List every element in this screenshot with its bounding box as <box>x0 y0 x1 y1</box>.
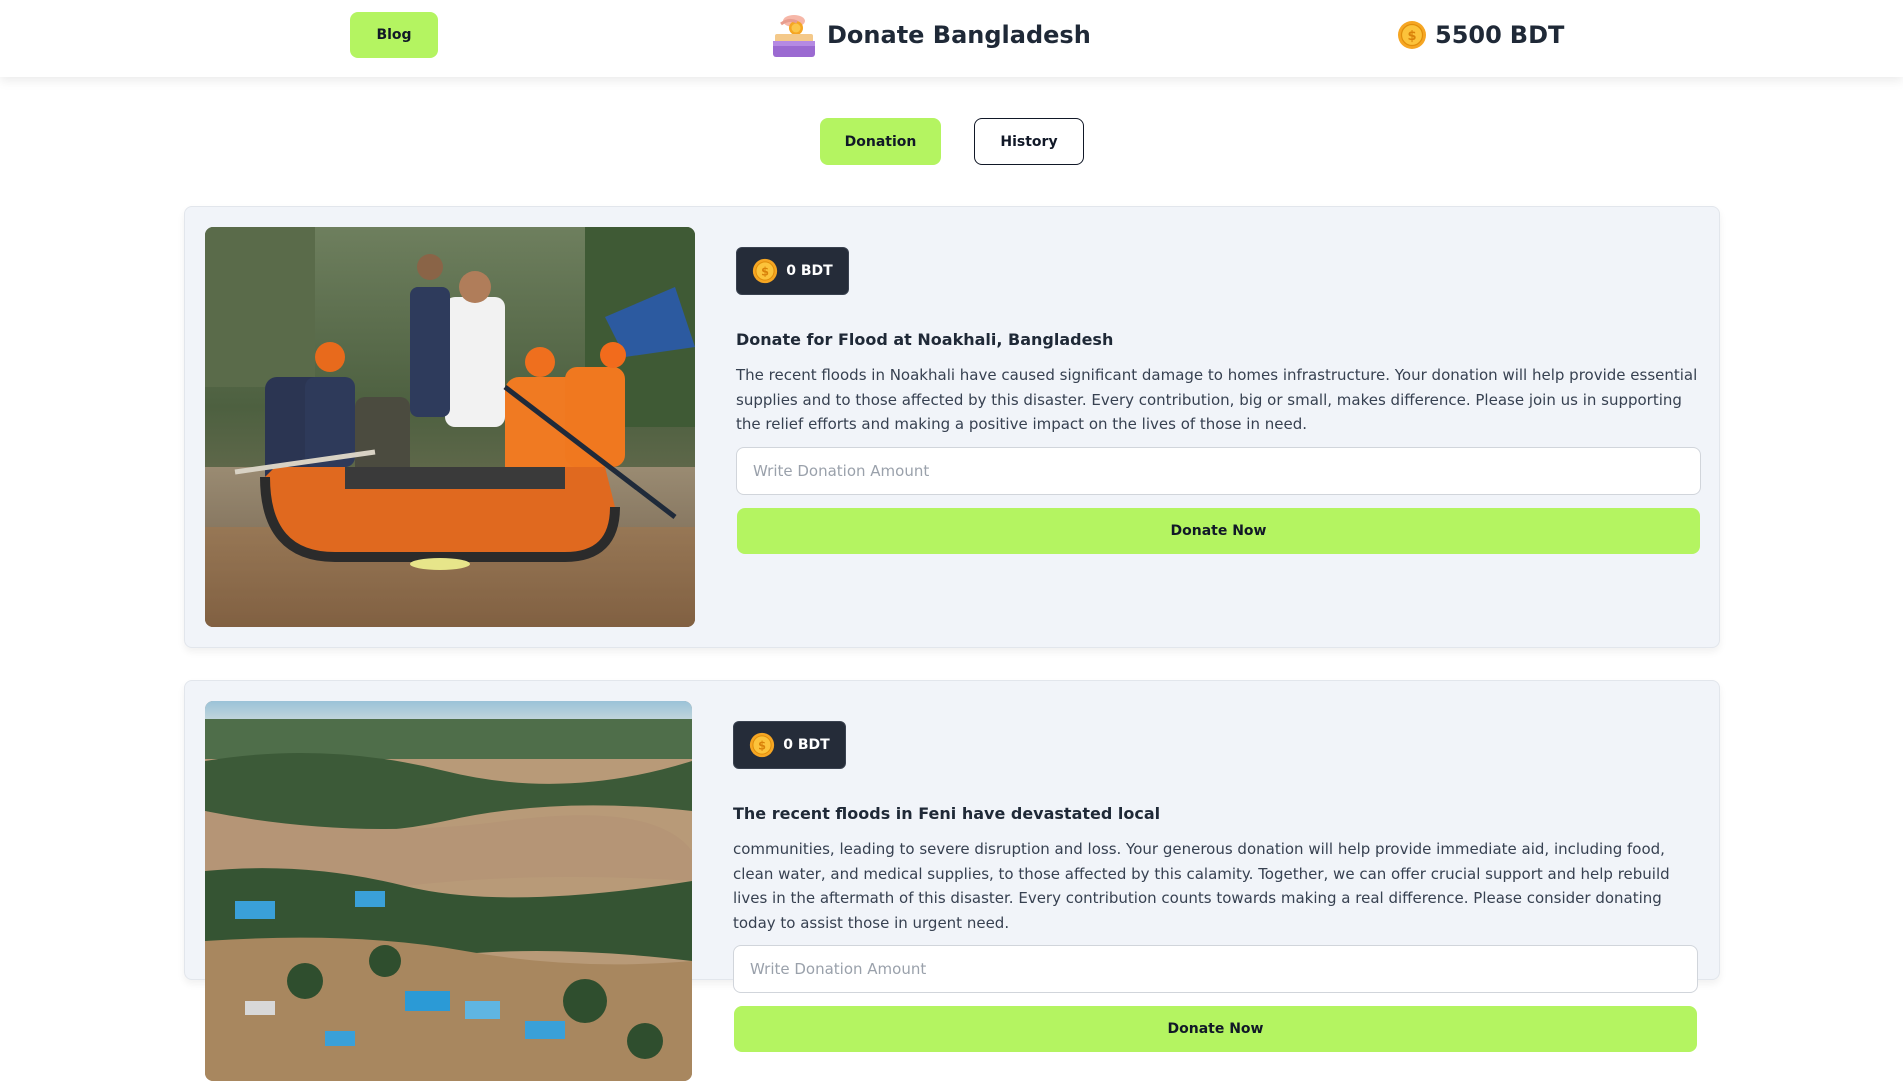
navbar: Blog Donate Bangladesh $ 5500 BDT <box>0 0 1903 77</box>
balance-currency: BDT <box>1509 21 1565 49</box>
brand-title: Donate Bangladesh <box>827 21 1091 49</box>
donation-amount-input[interactable] <box>733 945 1698 993</box>
card-image-flooded-town <box>205 701 692 1081</box>
card-body: $ 0 BDT The recent floods in Feni have d… <box>733 721 1701 1052</box>
donation-box-logo-icon <box>773 15 815 57</box>
donation-amount-input[interactable] <box>736 446 1701 495</box>
balance-text: 5500 BDT <box>1435 21 1572 49</box>
tab-donation[interactable]: Donation <box>820 118 941 165</box>
svg-text:$: $ <box>761 265 769 278</box>
tab-history[interactable]: History <box>974 118 1084 165</box>
donated-amount-badge: $ 0 BDT <box>733 721 846 769</box>
tab-switcher: Donation History <box>820 118 1084 165</box>
svg-text:$: $ <box>758 739 766 752</box>
brand: Donate Bangladesh <box>769 10 1091 60</box>
donated-amount-text: 0 BDT <box>786 263 833 279</box>
donate-now-button[interactable]: Donate Now <box>737 507 1700 554</box>
card-image-flood-rescue <box>205 227 695 627</box>
card-body: $ 0 BDT Donate for Flood at Noakhali, Ba… <box>736 247 1701 554</box>
flood-rescue-photo <box>205 227 695 627</box>
card-description: communities, leading to severe disruptio… <box>733 840 1670 932</box>
card-title: The recent floods in Feni have devastate… <box>733 804 1161 823</box>
donation-card: $ 0 BDT Donate for Flood at Noakhali, Ba… <box>184 206 1720 648</box>
gold-coin-icon: $ <box>1398 21 1426 49</box>
flooded-town-aerial-photo <box>205 701 692 1081</box>
donated-amount-text: 0 BDT <box>783 737 830 753</box>
svg-text:$: $ <box>1407 29 1416 44</box>
donate-now-button[interactable]: Donate Now <box>734 1006 1697 1052</box>
donated-amount-badge: $ 0 BDT <box>736 247 849 295</box>
gold-coin-icon: $ <box>753 258 778 284</box>
balance: $ 5500 BDT <box>1397 18 1572 52</box>
donation-card: $ 0 BDT The recent floods in Feni have d… <box>184 680 1720 1081</box>
blog-button[interactable]: Blog <box>350 12 438 58</box>
card-title: Donate for Flood at Noakhali, Bangladesh <box>736 330 1114 349</box>
gold-coin-icon: $ <box>750 732 775 758</box>
balance-amount: 5500 <box>1435 21 1502 49</box>
card-description: The recent floods in Noakhali have cause… <box>736 366 1698 433</box>
